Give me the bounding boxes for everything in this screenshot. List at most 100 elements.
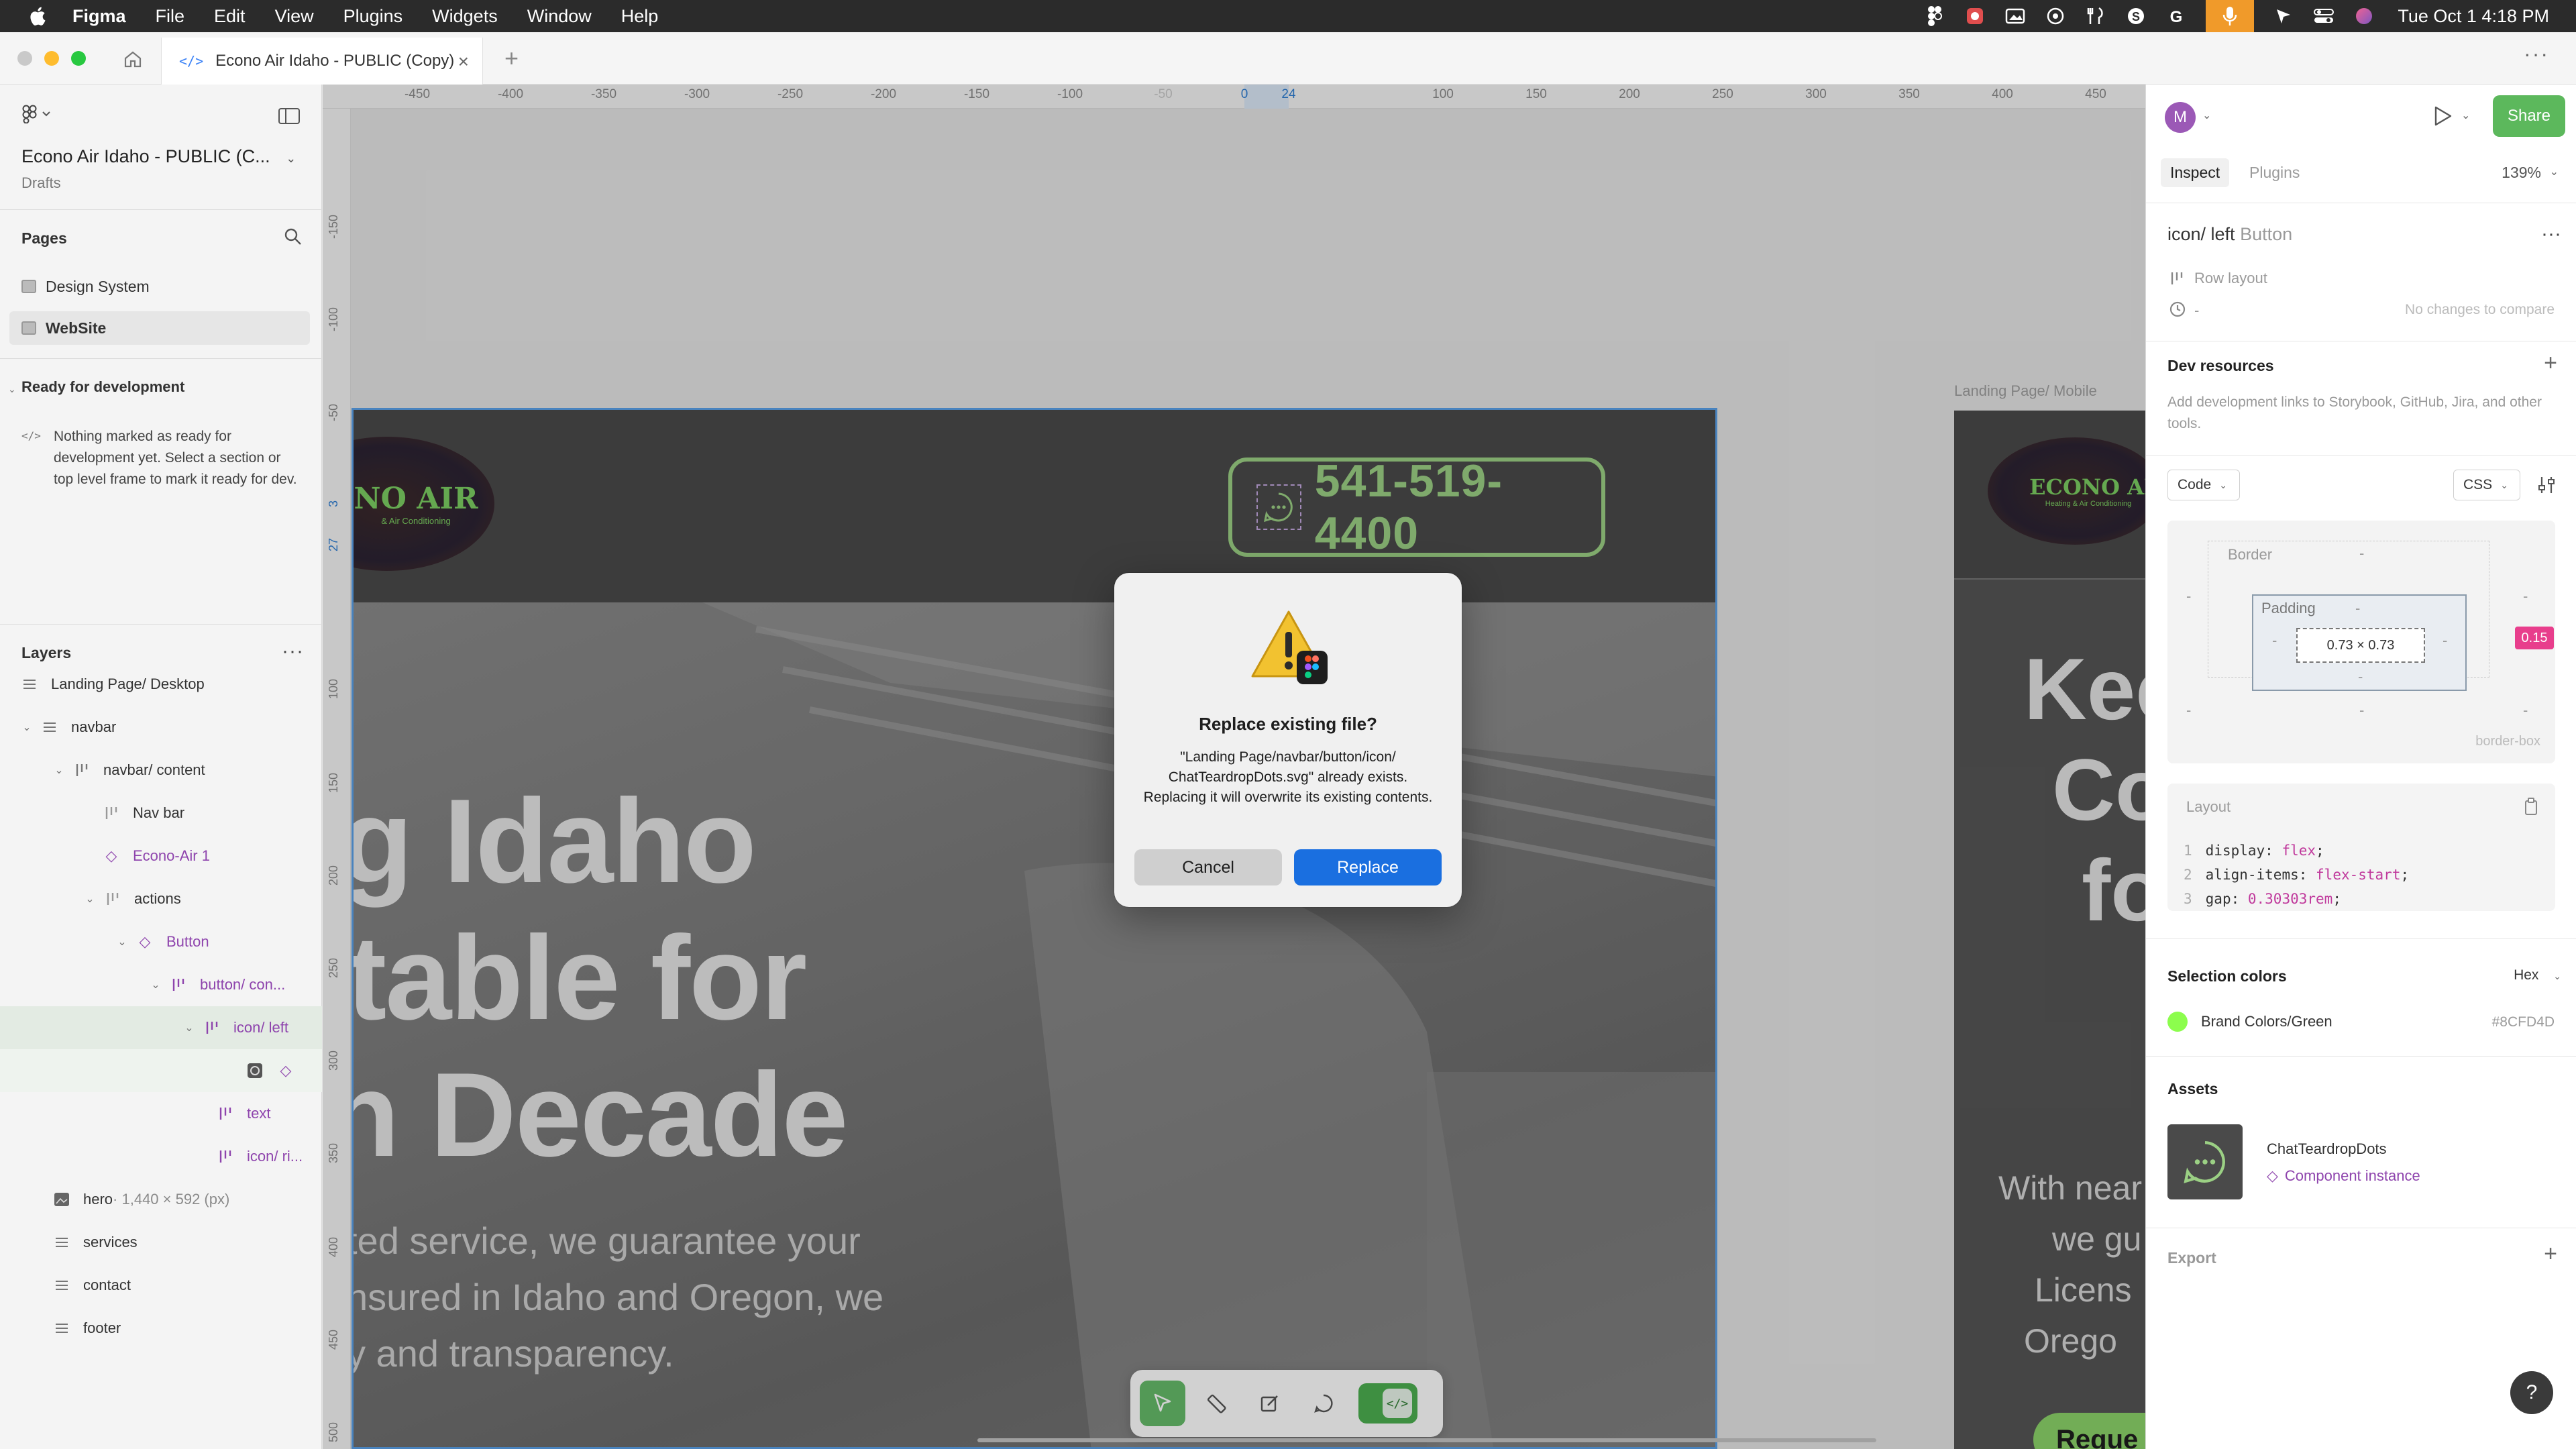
chevron-down-icon[interactable]: ⌄ bbox=[182, 1021, 196, 1034]
minimize-window-button[interactable] bbox=[44, 51, 59, 66]
chevron-down-icon[interactable]: ⌄ bbox=[149, 978, 162, 991]
figma-status-icon[interactable] bbox=[1924, 6, 1945, 26]
layer-row[interactable]: Landing Page/ Desktop bbox=[0, 663, 322, 706]
more-icon[interactable]: ··· bbox=[2524, 42, 2549, 66]
box-model-margin-left: - bbox=[2186, 588, 2192, 604]
menu-help[interactable]: Help bbox=[621, 6, 659, 27]
layer-row[interactable]: ◇ Econo-Air 1 bbox=[0, 835, 322, 877]
chevron-down-icon[interactable]: ⌄ bbox=[2461, 109, 2470, 122]
layer-row[interactable]: ⌄ navbar bbox=[0, 706, 322, 749]
app-status-icon[interactable] bbox=[1964, 6, 1986, 26]
search-icon[interactable] bbox=[283, 227, 303, 251]
chevron-down-icon[interactable]: ⌄ bbox=[83, 892, 97, 906]
box-model-padding-right: - bbox=[2443, 632, 2448, 649]
layer-row[interactable]: text bbox=[0, 1092, 322, 1135]
tab-inspect[interactable]: Inspect bbox=[2161, 158, 2230, 187]
menu-edit[interactable]: Edit bbox=[214, 6, 246, 27]
box-model-padding-left: - bbox=[2272, 632, 2277, 649]
cursor-app-icon[interactable] bbox=[2273, 6, 2294, 26]
menu-plugins[interactable]: Plugins bbox=[343, 6, 403, 27]
layers-more-icon[interactable]: ··· bbox=[282, 640, 304, 663]
ready-for-dev-heading[interactable]: Ready for development bbox=[21, 378, 184, 396]
history-note: No changes to compare bbox=[2405, 302, 2555, 317]
layer-row[interactable]: icon/ ri... bbox=[0, 1135, 322, 1178]
home-icon[interactable] bbox=[119, 46, 146, 72]
skype-icon[interactable]: S bbox=[2125, 6, 2147, 26]
zoom-window-button[interactable] bbox=[71, 51, 86, 66]
toggle-sidebar-icon[interactable] bbox=[278, 107, 301, 129]
color-hex[interactable]: #8CFD4D bbox=[2492, 1014, 2555, 1030]
layout-code-block[interactable]: Layout 1 display: flex; 2 align-items: fle… bbox=[2167, 784, 2555, 911]
selection-color-row[interactable]: Brand Colors/Green bbox=[2167, 1012, 2332, 1032]
tab-document[interactable]: </> Econo Air Idaho - PUBLIC (Copy) × bbox=[161, 38, 483, 85]
history-icon[interactable] bbox=[2169, 301, 2186, 322]
siri-icon[interactable] bbox=[2353, 6, 2375, 26]
layer-row[interactable]: Nav bar bbox=[0, 792, 322, 835]
add-dev-resource-button[interactable]: + bbox=[2544, 350, 2557, 376]
cancel-button[interactable]: Cancel bbox=[1134, 849, 1282, 885]
menu-window[interactable]: Window bbox=[527, 6, 592, 27]
selection-layer-name: icon/ left bbox=[2167, 224, 2235, 244]
component-instance-icon: ◇ bbox=[280, 1062, 292, 1079]
asset-thumbnail[interactable] bbox=[2167, 1124, 2243, 1199]
frame-icon bbox=[40, 718, 59, 737]
box-model-diagram: Border - - - - Padding - - - - 0.73 × 0.… bbox=[2167, 521, 2555, 763]
layer-row[interactable]: ⌄ actions bbox=[0, 877, 322, 920]
zoom-level[interactable]: 139% bbox=[2502, 164, 2541, 182]
copy-icon[interactable] bbox=[2523, 797, 2539, 820]
avatar[interactable]: M bbox=[2165, 102, 2196, 133]
layer-row[interactable]: ◇ bbox=[0, 1049, 322, 1092]
openai-icon[interactable] bbox=[2045, 6, 2066, 26]
chevron-down-icon[interactable]: ⌄ bbox=[8, 384, 16, 395]
chevron-down-icon[interactable]: ⌄ bbox=[20, 720, 34, 734]
microphone-icon[interactable] bbox=[2206, 0, 2255, 32]
layer-row[interactable]: hero · 1,440 × 592 (px) bbox=[0, 1178, 322, 1221]
layer-row-selected[interactable]: ⌄ icon/ left bbox=[0, 1006, 322, 1049]
more-icon[interactable]: ··· bbox=[2541, 223, 2561, 246]
menubar-clock[interactable]: Tue Oct 1 4:18 PM bbox=[2398, 6, 2549, 27]
layer-row[interactable]: ⌄ navbar/ content bbox=[0, 749, 322, 792]
share-button[interactable]: Share bbox=[2493, 95, 2565, 137]
file-name[interactable]: Econo Air Idaho - PUBLIC (C... ⌄ bbox=[21, 146, 296, 167]
screenshot-icon[interactable] bbox=[2004, 6, 2026, 26]
utensils-icon[interactable] bbox=[2085, 6, 2106, 26]
menu-widgets[interactable]: Widgets bbox=[432, 6, 498, 27]
grammarly-icon[interactable]: G bbox=[2165, 6, 2187, 26]
new-tab-button[interactable]: + bbox=[504, 44, 519, 72]
layer-row[interactable]: footer bbox=[0, 1307, 322, 1350]
asset-name[interactable]: ChatTeardropDots bbox=[2267, 1140, 2387, 1158]
page-item-website[interactable]: WebSite bbox=[9, 311, 310, 345]
layer-row[interactable]: contact bbox=[0, 1264, 322, 1307]
code-settings-icon[interactable] bbox=[2536, 475, 2557, 499]
chevron-down-icon[interactable]: ⌄ bbox=[52, 763, 66, 777]
color-format-dropdown[interactable]: Hex ⌄ bbox=[2514, 967, 2561, 983]
page-item-design-system[interactable]: Design System bbox=[9, 270, 310, 303]
chevron-down-icon[interactable]: ⌄ bbox=[115, 935, 129, 949]
chevron-down-icon[interactable]: ⌄ bbox=[2202, 109, 2211, 122]
menu-file[interactable]: File bbox=[156, 6, 185, 27]
code-dropdown[interactable]: Code ⌄ bbox=[2167, 470, 2240, 500]
figma-menu-icon[interactable] bbox=[21, 105, 55, 127]
tab-plugins[interactable]: Plugins bbox=[2249, 164, 2300, 182]
image-layer-icon bbox=[246, 1061, 264, 1080]
present-play-icon[interactable] bbox=[2432, 105, 2453, 131]
control-center-icon[interactable] bbox=[2313, 6, 2334, 26]
chevron-down-icon[interactable]: ⌄ bbox=[2550, 165, 2559, 178]
menu-app-name[interactable]: Figma bbox=[72, 6, 126, 27]
autolayout-icon bbox=[203, 1018, 221, 1037]
autolayout-icon bbox=[103, 890, 122, 908]
close-tab-icon[interactable]: × bbox=[458, 51, 469, 72]
menu-view[interactable]: View bbox=[275, 6, 314, 27]
close-window-button[interactable] bbox=[17, 51, 32, 66]
layer-row[interactable]: services bbox=[0, 1221, 322, 1264]
code-line: 3 gap: 0.30303rem; bbox=[2184, 891, 2341, 907]
menubar-status-area: S G Tue Oct 1 4:18 PM bbox=[1924, 0, 2549, 32]
apple-logo-icon[interactable] bbox=[27, 5, 47, 27]
replace-button[interactable]: Replace bbox=[1294, 849, 1442, 885]
asset-kind[interactable]: ◇ Component instance bbox=[2267, 1167, 2420, 1185]
add-export-button[interactable]: + bbox=[2544, 1241, 2557, 1267]
css-dropdown[interactable]: CSS ⌄ bbox=[2453, 470, 2520, 500]
layer-row[interactable]: ⌄ button/ con... bbox=[0, 963, 322, 1006]
help-button[interactable]: ? bbox=[2510, 1371, 2553, 1414]
layer-row[interactable]: ⌄ ◇ Button bbox=[0, 920, 322, 963]
